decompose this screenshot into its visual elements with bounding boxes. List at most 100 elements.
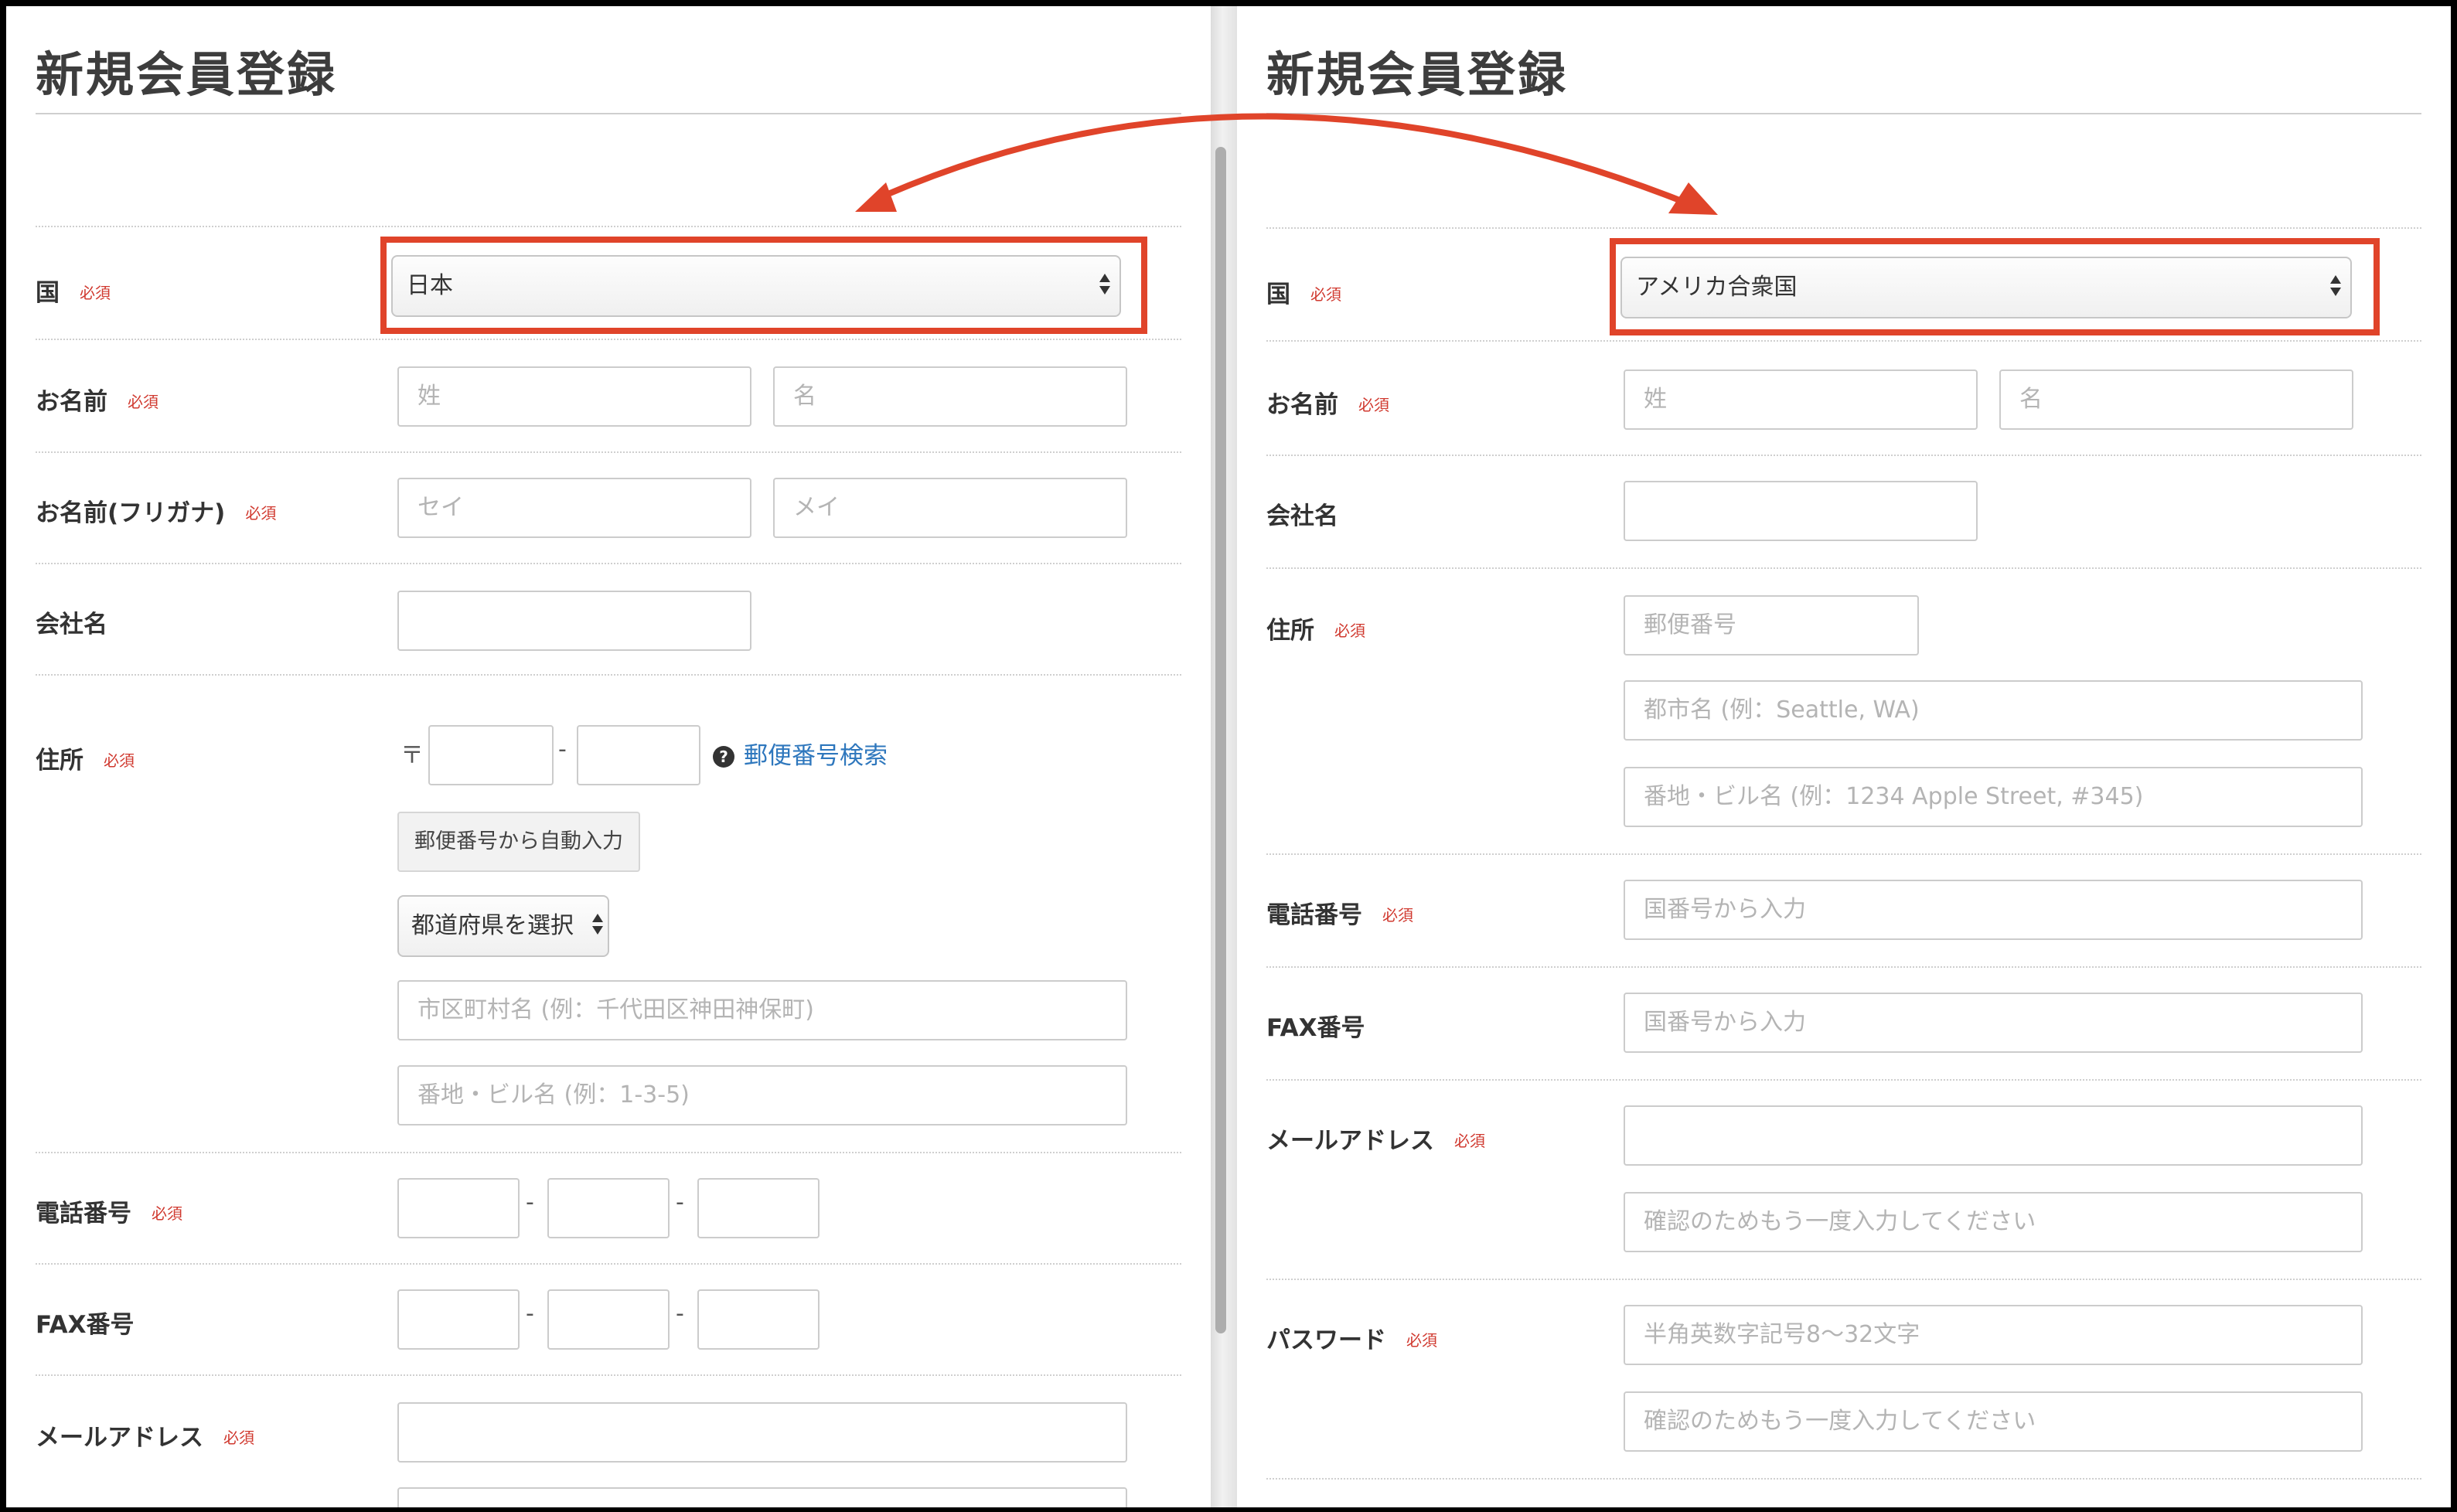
- label-text: FAX番号: [1266, 1014, 1365, 1042]
- label-text: 国: [36, 279, 60, 307]
- label-text: 住所: [36, 747, 83, 775]
- company-input[interactable]: [1624, 481, 1978, 541]
- dash: -: [526, 1300, 534, 1327]
- postal-mark: 〒: [400, 742, 424, 769]
- street-input[interactable]: 番地・ビル名 (例：1-3-5): [397, 1065, 1127, 1125]
- label-text: 電話番号: [36, 1200, 131, 1228]
- company-label: 会社名: [36, 604, 107, 639]
- label-text: 電話番号: [1266, 901, 1362, 929]
- dash: -: [558, 736, 567, 763]
- fax-input[interactable]: 国番号から入力: [1624, 993, 2363, 1053]
- fax-label: FAX番号: [1266, 1008, 1365, 1043]
- email-confirm-input[interactable]: 確認のためもう一度入力してください: [1624, 1192, 2363, 1252]
- company-input[interactable]: [397, 591, 751, 651]
- required-badge: 必須: [245, 504, 277, 523]
- required-badge: 必須: [1382, 906, 1413, 925]
- password-input[interactable]: 半角英数字記号8〜32文字: [1624, 1305, 2363, 1365]
- phone-label: 電話番号 必須: [1266, 895, 1413, 930]
- fax-label: FAX番号: [36, 1305, 135, 1340]
- postal-search-link-text: 郵便番号検索: [744, 742, 888, 770]
- first-name-input[interactable]: 名: [773, 366, 1127, 427]
- fax-part2-input[interactable]: [547, 1289, 670, 1350]
- label-text: 会社名: [36, 611, 107, 639]
- phone-label: 電話番号 必須: [36, 1194, 182, 1228]
- row-divider: [1266, 455, 2421, 456]
- dash: -: [676, 1300, 684, 1327]
- highlight-box: [1610, 238, 2380, 335]
- form-panel-usa: 新規会員登録 国必須 アメリカ合衆国 お名前 必須 姓 名 会社名 住所 必須 郵便…: [1237, 6, 2451, 1507]
- required-badge: 必須: [1358, 396, 1389, 414]
- page-title: 新規会員登録: [1266, 46, 1569, 103]
- phone-part2-input[interactable]: [547, 1178, 670, 1238]
- city-input[interactable]: 市区町村名 (例：千代田区神田神保町): [397, 980, 1127, 1040]
- first-kana-input[interactable]: メイ: [773, 478, 1127, 538]
- row-divider: [1266, 340, 2421, 342]
- label-text: FAX番号: [36, 1311, 135, 1339]
- postal-code-input[interactable]: 郵便番号: [1624, 595, 1919, 656]
- row-divider: [1266, 1079, 2421, 1081]
- label-text: パスワード: [1266, 1326, 1386, 1354]
- required-badge: 必須: [223, 1429, 254, 1447]
- email-input[interactable]: [397, 1402, 1127, 1463]
- label-text: お名前(フリガナ): [36, 499, 226, 527]
- row-divider: [36, 226, 1181, 227]
- row-divider: [36, 1263, 1181, 1265]
- dash: -: [526, 1189, 534, 1216]
- address-label: 住所 必須: [36, 741, 135, 775]
- page-title: 新規会員登録: [36, 46, 338, 103]
- label-text: メールアドレス: [36, 1424, 203, 1452]
- phone-part3-input[interactable]: [697, 1178, 820, 1238]
- postal-search-link[interactable]: ? 郵便番号検索: [713, 736, 888, 771]
- form-panel-japan: 新規会員登録 国必須 日本 お名前 必須 姓 名 お名前(フリガナ) 必須 セイ メ…: [6, 6, 1211, 1507]
- city-input[interactable]: 都市名 (例：Seattle, WA): [1624, 680, 2363, 741]
- last-name-input[interactable]: 姓: [397, 366, 751, 427]
- label-text: メールアドレス: [1266, 1127, 1434, 1155]
- prefecture-select[interactable]: 都道府県を選択: [397, 895, 609, 957]
- password-confirm-input[interactable]: 確認のためもう一度入力してください: [1624, 1391, 2363, 1452]
- row-divider: [36, 339, 1181, 340]
- postal-code-first-input[interactable]: [428, 725, 554, 785]
- name-label: お名前 必須: [36, 382, 158, 417]
- furigana-label: お名前(フリガナ) 必須: [36, 493, 276, 528]
- select-arrows-icon: [592, 914, 603, 935]
- fax-part3-input[interactable]: [697, 1289, 820, 1350]
- row-divider: [1266, 567, 2421, 569]
- row-divider: [36, 451, 1181, 453]
- fax-part1-input[interactable]: [397, 1289, 520, 1350]
- email-input[interactable]: [1624, 1105, 2363, 1166]
- row-divider: [36, 1152, 1181, 1153]
- scrollbar-thumb[interactable]: [1215, 147, 1226, 1333]
- label-text: お名前: [36, 388, 107, 416]
- password-label: パスワード 必須: [1266, 1320, 1437, 1355]
- required-badge: 必須: [1310, 285, 1341, 304]
- required-badge: 必須: [80, 284, 111, 302]
- row-divider: [1266, 1279, 2421, 1280]
- row-divider: [1266, 853, 2421, 855]
- name-label: お名前 必須: [1266, 385, 1389, 420]
- row-divider: [1266, 227, 2421, 229]
- address-label: 住所 必須: [1266, 611, 1365, 645]
- required-badge: 必須: [152, 1204, 182, 1223]
- email-confirm-input[interactable]: [397, 1487, 1127, 1507]
- auto-fill-button[interactable]: 郵便番号から自動入力: [397, 812, 640, 872]
- last-kana-input[interactable]: セイ: [397, 478, 751, 538]
- required-badge: 必須: [128, 393, 158, 411]
- country-label: 国 必須: [1266, 274, 1341, 309]
- required-badge: 必須: [1334, 621, 1365, 640]
- prefecture-select-value: 都道府県を選択: [411, 912, 574, 939]
- phone-input[interactable]: 国番号から入力: [1624, 880, 2363, 940]
- street-input[interactable]: 番地・ビル名 (例：1234 Apple Street, #345): [1624, 767, 2363, 827]
- row-divider: [1266, 1478, 2421, 1480]
- postal-code-second-input[interactable]: [577, 725, 700, 785]
- first-name-input[interactable]: 名: [1999, 369, 2353, 430]
- last-name-input[interactable]: 姓: [1624, 369, 1978, 430]
- label-text: 住所: [1266, 617, 1314, 645]
- required-badge: 必須: [1406, 1331, 1437, 1350]
- row-divider: [36, 674, 1181, 676]
- row-divider: [36, 563, 1181, 564]
- phone-part1-input[interactable]: [397, 1178, 520, 1238]
- label-text: 国: [1266, 281, 1290, 308]
- company-label: 会社名: [1266, 496, 1338, 531]
- label-text: 会社名: [1266, 502, 1338, 530]
- dash: -: [676, 1189, 684, 1216]
